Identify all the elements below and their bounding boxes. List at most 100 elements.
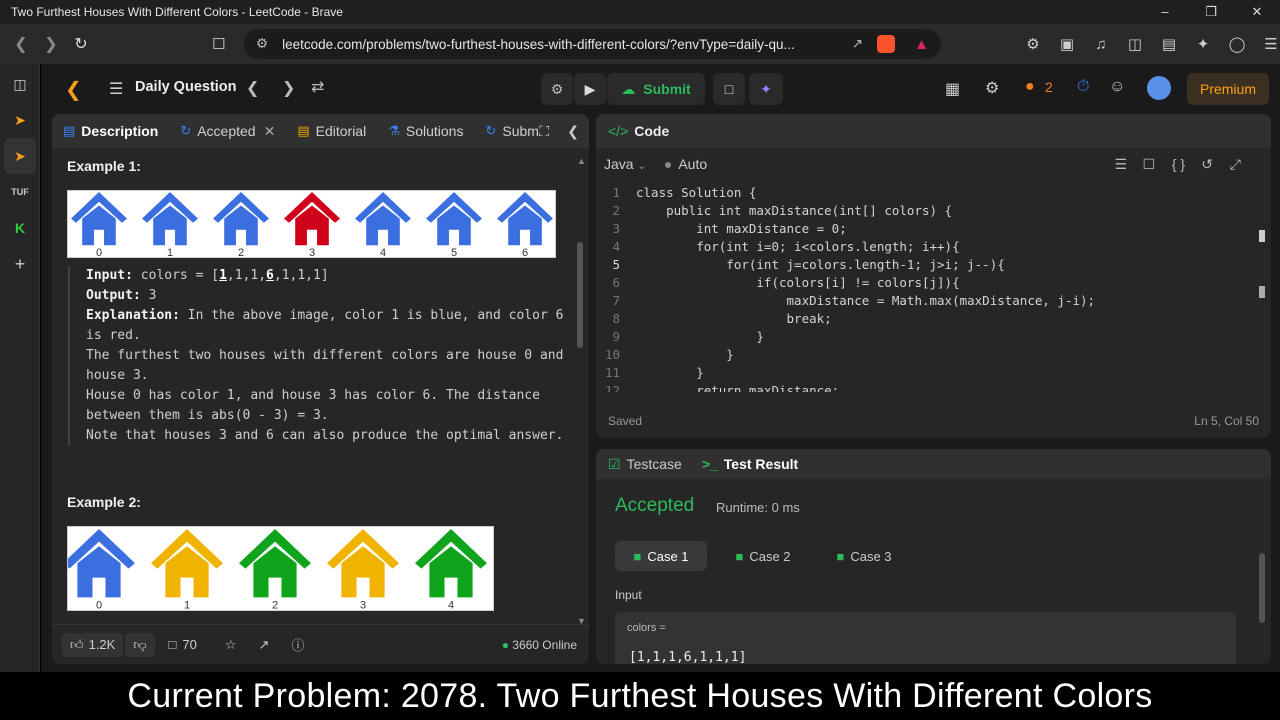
description-panel: ▤ Description ↻ Accepted ✕ ▤ Editorial ⚗ Solu… <box>52 114 589 664</box>
dislike-button[interactable]: 👎︎ <box>125 632 155 657</box>
tab-submissions[interactable]: ↻ Subm <box>474 114 538 148</box>
tab-test-result[interactable]: >_ Test Result <box>694 456 806 472</box>
next-problem-icon[interactable]: ❯ <box>282 78 295 98</box>
editorial-icon: ▤ <box>297 123 310 138</box>
window-titlebar: Two Furthest Houses With Different Color… <box>0 0 1280 24</box>
input-value-box: colors = [1,1,1,6,1,1,1] <box>615 612 1236 664</box>
sidebar-panel-icon[interactable]: ◫ <box>0 66 40 102</box>
sidebar-add-icon[interactable]: + <box>0 246 40 282</box>
brave-shields-icon[interactable] <box>877 35 895 53</box>
sidebar-leetcode-active-icon[interactable]: ➤ <box>4 138 36 174</box>
format-icon[interactable]: ☰ <box>1114 156 1127 173</box>
daily-question-link[interactable]: Daily Question <box>135 79 237 95</box>
settings-icon[interactable]: ⚙ <box>985 78 999 98</box>
run-button[interactable]: ▶ <box>574 73 606 105</box>
tab-editorial[interactable]: ▤ Editorial <box>286 114 377 148</box>
sidebar-toggle-icon[interactable]: ◫ <box>1118 35 1152 53</box>
description-scrollbar[interactable]: ▲ ▼ <box>577 156 586 628</box>
code-line: 4 for(int i=0; i<colors.length; i++){ <box>596 238 1271 256</box>
comments-button[interactable]: □ 70 <box>169 637 197 652</box>
scroll-thumb[interactable] <box>577 242 583 348</box>
line-number: 2 <box>612 203 620 218</box>
code-text: class Solution { <box>636 185 757 200</box>
streak-fire-icon[interactable]: ● <box>1025 78 1035 96</box>
restore-icon[interactable]: ❐ <box>1188 0 1234 24</box>
menu-icon[interactable]: ☰ <box>1254 35 1280 53</box>
problem-list-icon[interactable]: ☰ <box>109 79 123 99</box>
favorite-star-icon[interactable]: ☆ <box>225 637 237 653</box>
house-icon: 3 <box>327 529 399 610</box>
fullscreen-icon[interactable]: ⤢ <box>1230 156 1241 173</box>
submissions-icon: ↻ <box>485 123 497 138</box>
code-text: if(colors[i] != colors[j]){ <box>636 275 960 290</box>
code-panel-title: Code <box>634 123 670 139</box>
tab-accepted[interactable]: ↻ Accepted ✕ <box>169 114 286 148</box>
tab-description[interactable]: ▤ Description <box>52 114 169 148</box>
bookmark-icon[interactable]: ☐ <box>212 35 225 53</box>
code-text: } <box>636 347 734 362</box>
share-icon[interactable]: ↗ <box>852 36 863 52</box>
screenshot-icon[interactable]: ▣ <box>1050 35 1084 53</box>
premium-button[interactable]: Premium <box>1187 73 1269 105</box>
case-3-button[interactable]: ■ Case 3 <box>818 541 910 571</box>
leetcode-logo-icon[interactable]: ❮ <box>65 77 82 102</box>
bookmark-code-icon[interactable]: ☐ <box>1142 156 1155 173</box>
rewards-icon[interactable]: ▲ <box>914 36 929 53</box>
input-pre: colors = [ <box>140 268 220 283</box>
submit-button[interactable]: ☁ Submit <box>607 73 705 105</box>
braces-icon[interactable]: { } <box>1172 156 1185 172</box>
editor-toolbar: Java ⌄ ● Auto ☰ ☐ { } ↺ ⤢ <box>596 148 1271 180</box>
house-icon: 1 <box>142 192 198 257</box>
shuffle-icon[interactable]: ⇄ <box>311 77 324 97</box>
vpn-icon[interactable]: ◯ <box>1220 35 1254 53</box>
description-icon: ▤ <box>63 123 76 138</box>
wallet-icon[interactable]: ▤ <box>1152 35 1186 53</box>
collapse-panel-icon[interactable]: ❮ <box>567 123 579 140</box>
language-label: Java <box>604 156 634 172</box>
result-scrollbar[interactable] <box>1259 553 1265 623</box>
close-tab-icon[interactable]: ✕ <box>264 123 276 140</box>
expand-icon[interactable]: ⛶ <box>539 123 549 140</box>
auto-mode-label[interactable]: Auto <box>678 156 707 172</box>
help-icon[interactable]: ⓘ <box>291 635 304 654</box>
close-window-icon[interactable]: ✕ <box>1234 0 1280 24</box>
line-number: 12 <box>604 383 620 392</box>
layout-icon[interactable]: ▦ <box>945 79 960 99</box>
back-icon[interactable]: ❮ <box>6 34 36 54</box>
url-bar[interactable]: ⚙ leetcode.com/problems/two-furthest-hou… <box>244 29 941 59</box>
tab-testcase[interactable]: ☑ Testcase <box>596 456 694 473</box>
example-1-heading: Example 1: <box>67 158 141 174</box>
streak-count: 2 <box>1045 79 1053 95</box>
case-2-button[interactable]: ■ Case 2 <box>717 541 809 571</box>
prev-problem-icon[interactable]: ❮ <box>246 78 259 98</box>
forward-icon[interactable]: ❯ <box>36 34 66 54</box>
add-friend-icon[interactable]: ☺ <box>1109 78 1125 96</box>
code-editor[interactable]: 1 class Solution { 2 public int maxDistan… <box>596 184 1271 398</box>
extensions-icon[interactable]: ⚙ <box>1016 35 1050 53</box>
sidebar-tuf-icon[interactable]: TUF <box>0 174 40 210</box>
minimize-icon[interactable]: – <box>1142 0 1188 24</box>
language-select[interactable]: Java ⌄ <box>604 156 646 172</box>
code-text: for(int i=0; i<colors.length; i++){ <box>636 239 960 254</box>
like-button[interactable]: 👍︎ 1.2K <box>62 632 124 657</box>
code-text: for(int j=colors.length-1; j>i; j--){ <box>636 257 1005 272</box>
debug-button[interactable]: ⚙ <box>541 73 573 105</box>
share-link-icon[interactable]: ↗ <box>259 637 270 653</box>
reset-icon[interactable]: ↺ <box>1201 156 1213 173</box>
leo-ai-icon[interactable]: ✦ <box>1186 35 1220 53</box>
terminal-icon: >_ <box>701 456 718 472</box>
scroll-up-icon[interactable]: ▲ <box>577 156 586 166</box>
sidebar-leetcode-icon[interactable]: ➤ <box>0 102 40 138</box>
case-1-button[interactable]: ■ Case 1 <box>615 541 707 571</box>
media-icon[interactable]: ♫ <box>1084 36 1118 53</box>
avatar[interactable] <box>1147 76 1171 100</box>
reload-icon[interactable]: ↻ <box>66 34 96 54</box>
tab-solutions[interactable]: ⚗ Solutions <box>377 114 474 148</box>
sidebar-k-icon[interactable]: K <box>0 210 40 246</box>
notes-button[interactable]: □ <box>713 73 745 105</box>
ai-assist-button[interactable]: ✦ <box>749 73 783 105</box>
site-info-icon[interactable]: ⚙ <box>256 36 268 52</box>
runtime-text: Runtime: 0 ms <box>716 500 800 515</box>
tab-accepted-label: Accepted <box>197 123 256 139</box>
timer-icon[interactable]: ⏱ <box>1077 78 1089 96</box>
